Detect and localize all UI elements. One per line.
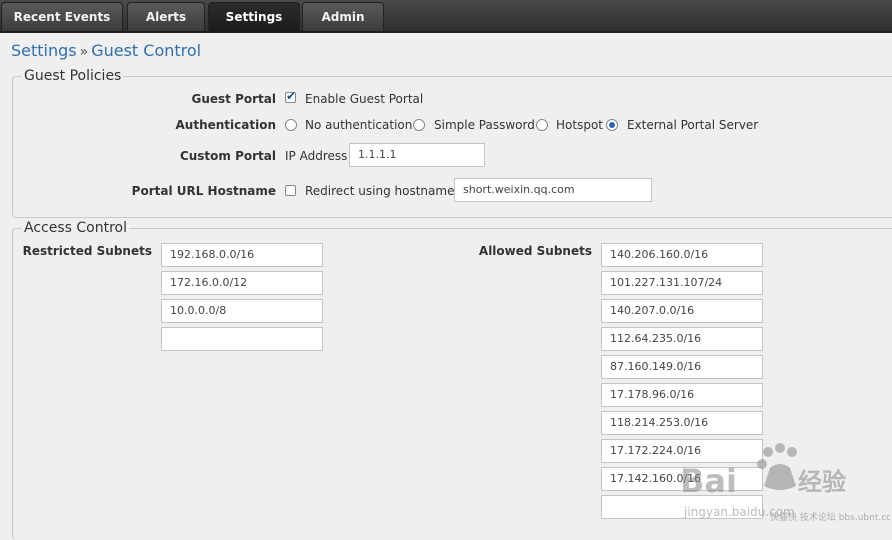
auth-radio-external-portal-server[interactable]: [606, 119, 618, 131]
access-control-legend: Access Control: [24, 220, 127, 236]
allowed-subnet-input[interactable]: 87.160.149.0/16: [601, 355, 763, 379]
authentication-label: Authentication: [175, 118, 277, 132]
auth-radio-simple-password[interactable]: [413, 119, 425, 131]
custom-portal-ip-input[interactable]: 1.1.1.1: [349, 143, 485, 167]
allowed-subnet-input[interactable]: 17.172.224.0/16: [601, 439, 763, 463]
allowed-subnet-input[interactable]: 101.227.131.107/24: [601, 271, 763, 295]
custom-portal-label: Custom Portal: [179, 149, 276, 163]
auth-radio-no-authentication[interactable]: [285, 119, 297, 131]
restricted-subnet-input[interactable]: 192.168.0.0/16: [161, 243, 323, 267]
allowed-subnet-input[interactable]: 118.214.253.0/16: [601, 411, 763, 435]
allowed-subnet-input[interactable]: [601, 495, 763, 519]
breadcrumb-settings-link[interactable]: Settings: [11, 41, 77, 60]
tab-settings[interactable]: Settings: [208, 2, 300, 31]
auth-option-simple-password: Simple Password: [434, 118, 535, 132]
portal-url-hostname-label: Portal URL Hostname: [131, 184, 276, 198]
restricted-subnet-input[interactable]: [161, 327, 323, 351]
redirect-using-hostname-checkbox[interactable]: [285, 185, 296, 196]
breadcrumb-separator: »: [79, 44, 89, 60]
access-control-section: Access Control: [12, 220, 892, 540]
restricted-subnet-input[interactable]: 10.0.0.0/8: [161, 299, 323, 323]
guest-policies-legend: Guest Policies: [24, 68, 122, 84]
enable-guest-portal-checkbox[interactable]: [285, 89, 296, 103]
restricted-subnets-label: Restricted Subnets: [22, 244, 152, 258]
allowed-subnets-label: Allowed Subnets: [478, 244, 592, 258]
guest-portal-label: Guest Portal: [191, 92, 277, 106]
restricted-subnet-input[interactable]: 172.16.0.0/12: [161, 271, 323, 295]
tab-recent-events[interactable]: Recent Events: [1, 2, 123, 31]
portal-hostname-input[interactable]: short.weixin.qq.com: [454, 178, 652, 202]
enable-guest-portal-label: Enable Guest Portal: [305, 92, 424, 106]
tab-admin[interactable]: Admin: [302, 2, 384, 31]
allowed-subnet-input[interactable]: 17.142.160.0/16: [601, 467, 763, 491]
allowed-subnet-input[interactable]: 140.206.160.0/16: [601, 243, 763, 267]
auth-option-hotspot: Hotspot: [556, 118, 603, 132]
allowed-subnet-input[interactable]: 140.207.0.0/16: [601, 299, 763, 323]
allowed-subnet-input[interactable]: 112.64.235.0/16: [601, 327, 763, 351]
redirect-using-hostname-label: Redirect using hostname: [305, 184, 455, 198]
tab-alerts[interactable]: Alerts: [127, 2, 205, 31]
main-tab-bar: Recent Events Alerts Settings Admin: [0, 0, 892, 33]
auth-option-no-authentication: No authentication: [305, 118, 413, 132]
ip-address-label: IP Address: [285, 149, 348, 163]
auth-radio-hotspot[interactable]: [536, 119, 548, 131]
breadcrumb-current: Guest Control: [91, 41, 202, 60]
breadcrumb: Settings» Guest Control: [11, 41, 201, 60]
auth-option-external-portal-server: External Portal Server: [627, 118, 759, 132]
allowed-subnet-input[interactable]: 17.178.96.0/16: [601, 383, 763, 407]
